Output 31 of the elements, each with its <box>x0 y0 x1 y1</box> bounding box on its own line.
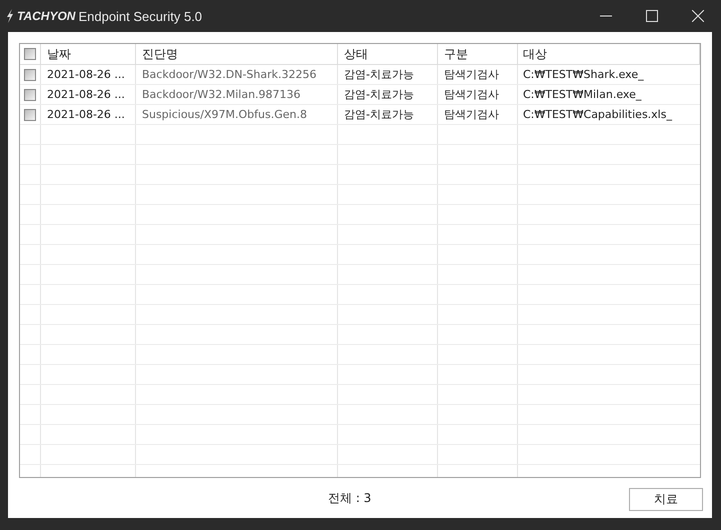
table-cell: 탐색기검사 <box>438 65 518 84</box>
table-cell-text: C:₩TEST₩Milan.exe_ <box>522 87 642 103</box>
maximize-icon <box>646 10 658 22</box>
table-cell: Backdoor/W32.Milan.987136 <box>136 85 338 104</box>
checkbox[interactable] <box>24 108 36 120</box>
table-cell: 2021-08-26 ... <box>41 65 136 84</box>
column-header[interactable]: 진단명 <box>136 44 338 64</box>
total-count: 전체 : 3 <box>328 490 372 506</box>
checkbox[interactable] <box>24 68 36 80</box>
table-cell: 2021-08-26 ... <box>41 105 136 124</box>
brand-logo-text: TACHYON <box>17 9 76 23</box>
close-icon <box>692 10 704 22</box>
checkbox[interactable] <box>24 48 36 60</box>
table-cell: 2021-08-26 ... <box>41 85 136 104</box>
table-cell-text: C:₩TEST₩Capabilities.xls_ <box>522 107 674 123</box>
logo-icon <box>6 9 14 23</box>
table-cell: 감염-치료가능 <box>338 65 438 84</box>
column-header[interactable]: 상태 <box>338 44 438 64</box>
table-cell: 탐색기검사 <box>438 105 518 124</box>
window-title: Endpoint Security 5.0 <box>78 8 202 24</box>
cure-button[interactable]: 치료 <box>629 488 703 510</box>
table-cell: 감염-치료가능 <box>338 85 438 104</box>
table-cell-text: C:₩TEST₩Shark.exe_ <box>522 67 645 83</box>
table-cell: Suspicious/X97M.Obfus.Gen.8 <box>136 105 338 124</box>
table-cell: 감염-치료가능 <box>338 105 438 124</box>
table-cell: Backdoor/W32.DN-Shark.32256 <box>136 65 338 84</box>
column-header[interactable]: 대상 <box>518 44 700 64</box>
column-header[interactable]: 구분 <box>438 44 518 64</box>
table-cell: 탐색기검사 <box>438 85 518 104</box>
column-header[interactable]: 날짜 <box>41 44 136 64</box>
checkbox[interactable] <box>24 88 36 100</box>
